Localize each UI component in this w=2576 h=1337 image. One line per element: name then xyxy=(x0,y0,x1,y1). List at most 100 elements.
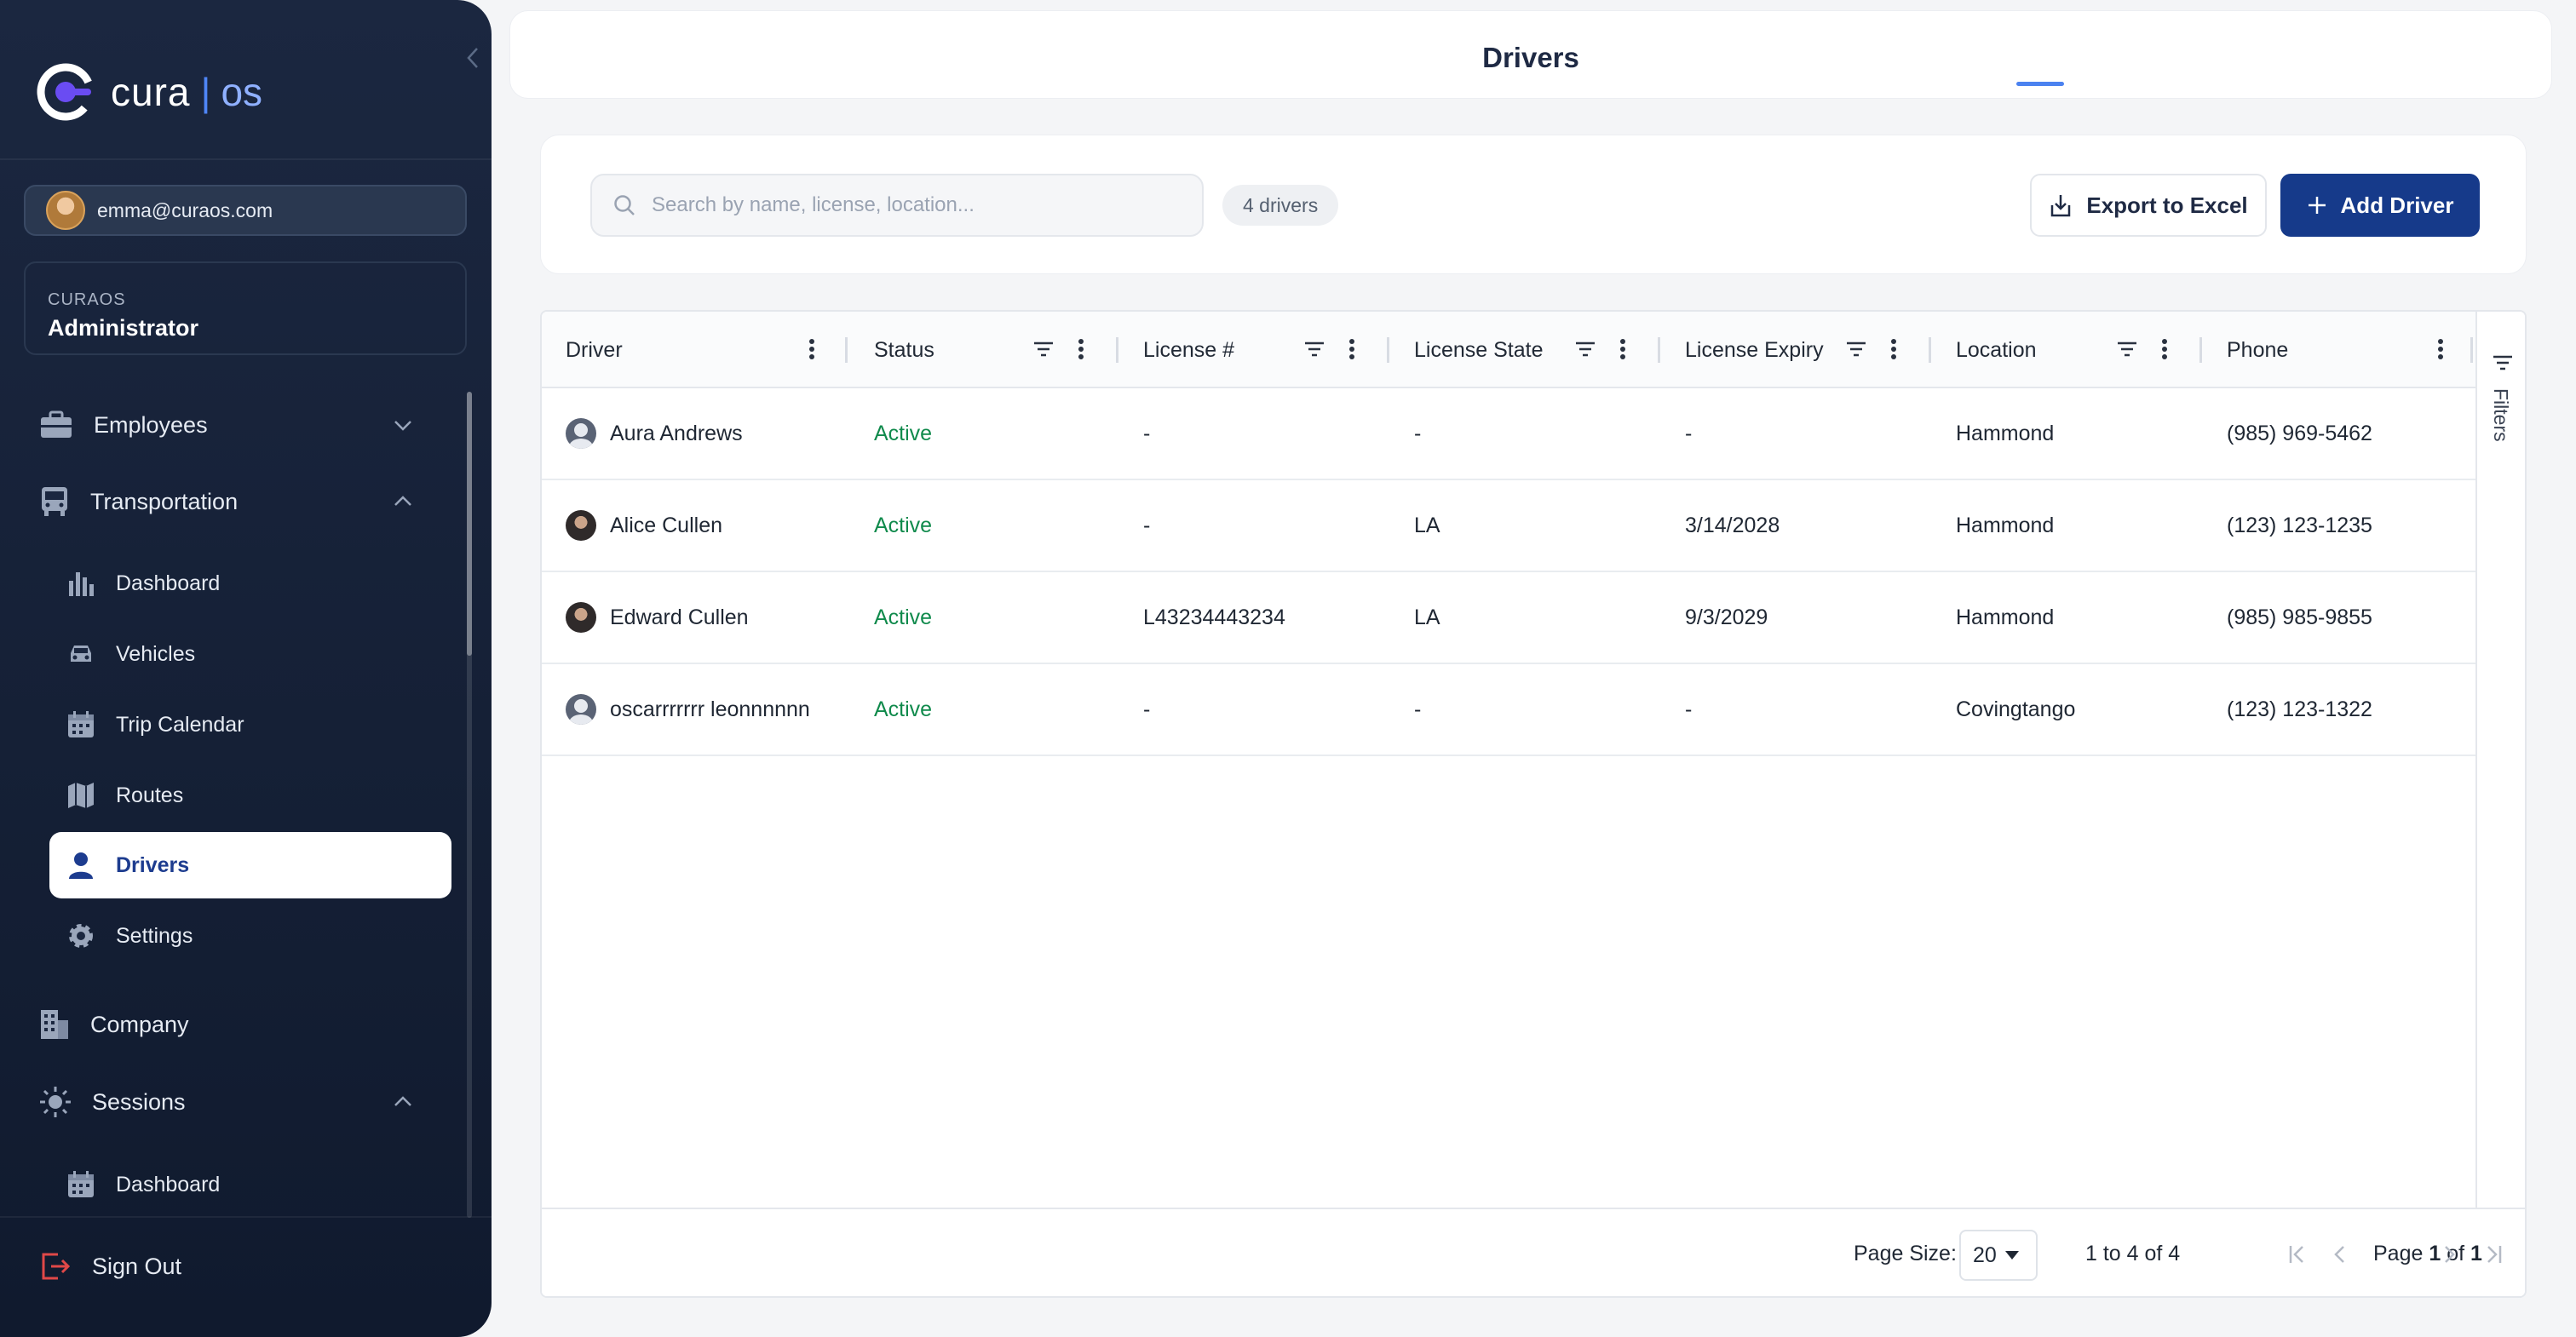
column-label: Driver xyxy=(566,337,623,362)
column-menu-button[interactable] xyxy=(2160,337,2169,365)
last-page-icon[interactable] xyxy=(2484,1243,2503,1265)
driver-name: Edward Cullen xyxy=(610,605,749,629)
filter-icon xyxy=(1847,341,1866,357)
current-page: 1 xyxy=(2429,1242,2441,1265)
sidebar-item-company[interactable]: Company xyxy=(0,995,492,1054)
table-row[interactable]: Edward Cullen Active L43234443234 LA 9/3… xyxy=(542,572,2475,664)
sun-icon xyxy=(40,1087,71,1117)
column-separator[interactable] xyxy=(1929,337,1931,363)
brand-name: cura xyxy=(111,70,191,114)
more-vertical-icon xyxy=(2438,339,2443,359)
table-row[interactable]: Aura Andrews Active - - - Hammond (985) … xyxy=(542,388,2475,480)
filter-icon xyxy=(2493,355,2512,370)
toolbar: Search by name, license, location... 4 d… xyxy=(540,135,2527,274)
column-header-status[interactable]: Status xyxy=(874,312,934,388)
column-header-license-state[interactable]: License State xyxy=(1414,312,1544,388)
download-icon xyxy=(2051,195,2071,217)
filter-button[interactable] xyxy=(1032,337,1055,365)
bus-icon xyxy=(42,487,67,516)
phone-cell: (123) 123-1235 xyxy=(2227,513,2372,537)
column-header-phone[interactable]: Phone xyxy=(2227,312,2288,388)
filters-panel-toggle[interactable]: Filters xyxy=(2475,312,2525,1214)
sign-out-button[interactable]: Sign Out xyxy=(39,1237,181,1296)
sidebar-item-label: Routes xyxy=(116,783,184,807)
driver-cell[interactable]: oscarrrrrrr leonnnnnn xyxy=(566,664,810,755)
page-prefix: Page xyxy=(2373,1242,2424,1265)
avatar xyxy=(566,602,596,633)
chevron-up-icon xyxy=(394,496,411,506)
briefcase-icon xyxy=(41,410,72,438)
add-driver-button[interactable]: Add Driver xyxy=(2280,174,2480,237)
column-menu-button[interactable] xyxy=(1619,337,1627,365)
sidebar-item-dashboard[interactable]: Dashboard xyxy=(49,550,451,617)
sidebar-item-label: Drivers xyxy=(116,852,190,877)
column-separator[interactable] xyxy=(1387,337,1389,363)
column-menu-button[interactable] xyxy=(1889,337,1898,365)
filter-button[interactable] xyxy=(1303,337,1325,365)
sidebar-item-label: Employees xyxy=(94,411,208,438)
search-input[interactable]: Search by name, license, location... xyxy=(590,174,1204,237)
chevron-left-icon xyxy=(467,48,478,68)
sidebar-item-sessions-dashboard[interactable]: Dashboard xyxy=(49,1151,451,1218)
license-cell: L43234443234 xyxy=(1143,605,1285,629)
filter-button[interactable] xyxy=(1574,337,1596,365)
location-cell: Hammond xyxy=(1956,513,2055,537)
license-state-cell: LA xyxy=(1414,513,1440,537)
column-header-license[interactable]: License # xyxy=(1143,312,1234,388)
license-state-cell: - xyxy=(1414,697,1422,721)
status-cell: Active xyxy=(874,421,933,445)
column-header-driver[interactable]: Driver xyxy=(566,312,623,388)
page-size-select[interactable]: 20 xyxy=(1959,1230,2038,1281)
user-role: Administrator xyxy=(48,315,199,341)
sidebar-item-settings[interactable]: Settings xyxy=(49,903,451,969)
sidebar-item-label: Settings xyxy=(116,923,193,948)
sidebar-item-transportation[interactable]: Transportation xyxy=(0,472,492,531)
brand-logo[interactable]: cura | os xyxy=(34,60,262,124)
filter-icon xyxy=(1576,341,1595,357)
column-header-license-expiry[interactable]: License Expiry xyxy=(1685,312,1824,388)
column-separator[interactable] xyxy=(845,337,848,363)
sidebar-item-employees[interactable]: Employees xyxy=(0,395,492,455)
driver-cell[interactable]: Aura Andrews xyxy=(566,388,743,479)
column-label: Phone xyxy=(2227,337,2289,362)
column-header-location[interactable]: Location xyxy=(1956,312,2037,388)
sidebar-item-routes[interactable]: Routes xyxy=(49,762,451,829)
driver-cell[interactable]: Alice Cullen xyxy=(566,480,722,571)
column-menu-button[interactable] xyxy=(1348,337,1356,365)
column-menu-button[interactable] xyxy=(2436,337,2445,365)
next-page-icon[interactable] xyxy=(2441,1243,2457,1265)
divider xyxy=(0,1216,492,1218)
sidebar-item-drivers[interactable]: Drivers xyxy=(49,832,451,898)
column-separator[interactable] xyxy=(1116,337,1118,363)
license-expiry-cell: - xyxy=(1685,697,1693,721)
logout-icon xyxy=(42,1253,71,1280)
page-size-value: 20 xyxy=(1973,1242,1997,1267)
user-menu[interactable]: emma@curaos.com xyxy=(24,185,467,236)
table-row[interactable]: oscarrrrrrr leonnnnnn Active - - - Covin… xyxy=(542,664,2475,756)
avatar xyxy=(566,418,596,449)
filter-button[interactable] xyxy=(1845,337,1867,365)
table-row[interactable]: Alice Cullen Active - LA 3/14/2028 Hammo… xyxy=(542,480,2475,572)
export-label: Export to Excel xyxy=(2086,192,2248,218)
column-separator[interactable] xyxy=(2199,337,2202,363)
sidebar-item-vehicles[interactable]: Vehicles xyxy=(49,621,451,687)
column-separator[interactable] xyxy=(2470,337,2473,363)
column-menu-button[interactable] xyxy=(1077,337,1085,365)
location-cell: Hammond xyxy=(1956,421,2055,445)
collapse-sidebar-button[interactable] xyxy=(460,43,486,73)
license-cell: - xyxy=(1143,421,1151,445)
sidebar-item-trip-calendar[interactable]: Trip Calendar xyxy=(49,691,451,758)
phone-cell: (123) 123-1322 xyxy=(2227,697,2372,721)
column-menu-button[interactable] xyxy=(808,337,816,365)
status-cell: Active xyxy=(874,605,933,629)
column-separator[interactable] xyxy=(1658,337,1660,363)
building-icon xyxy=(41,1010,68,1039)
export-to-excel-button[interactable]: Export to Excel xyxy=(2030,174,2267,237)
driver-cell[interactable]: Edward Cullen xyxy=(566,572,749,663)
filter-button[interactable] xyxy=(2116,337,2138,365)
status-cell: Active xyxy=(874,513,933,537)
previous-page-icon[interactable] xyxy=(2332,1243,2348,1265)
first-page-icon[interactable] xyxy=(2288,1243,2307,1265)
sidebar-item-sessions[interactable]: Sessions xyxy=(0,1072,492,1132)
filter-icon xyxy=(2118,341,2136,357)
